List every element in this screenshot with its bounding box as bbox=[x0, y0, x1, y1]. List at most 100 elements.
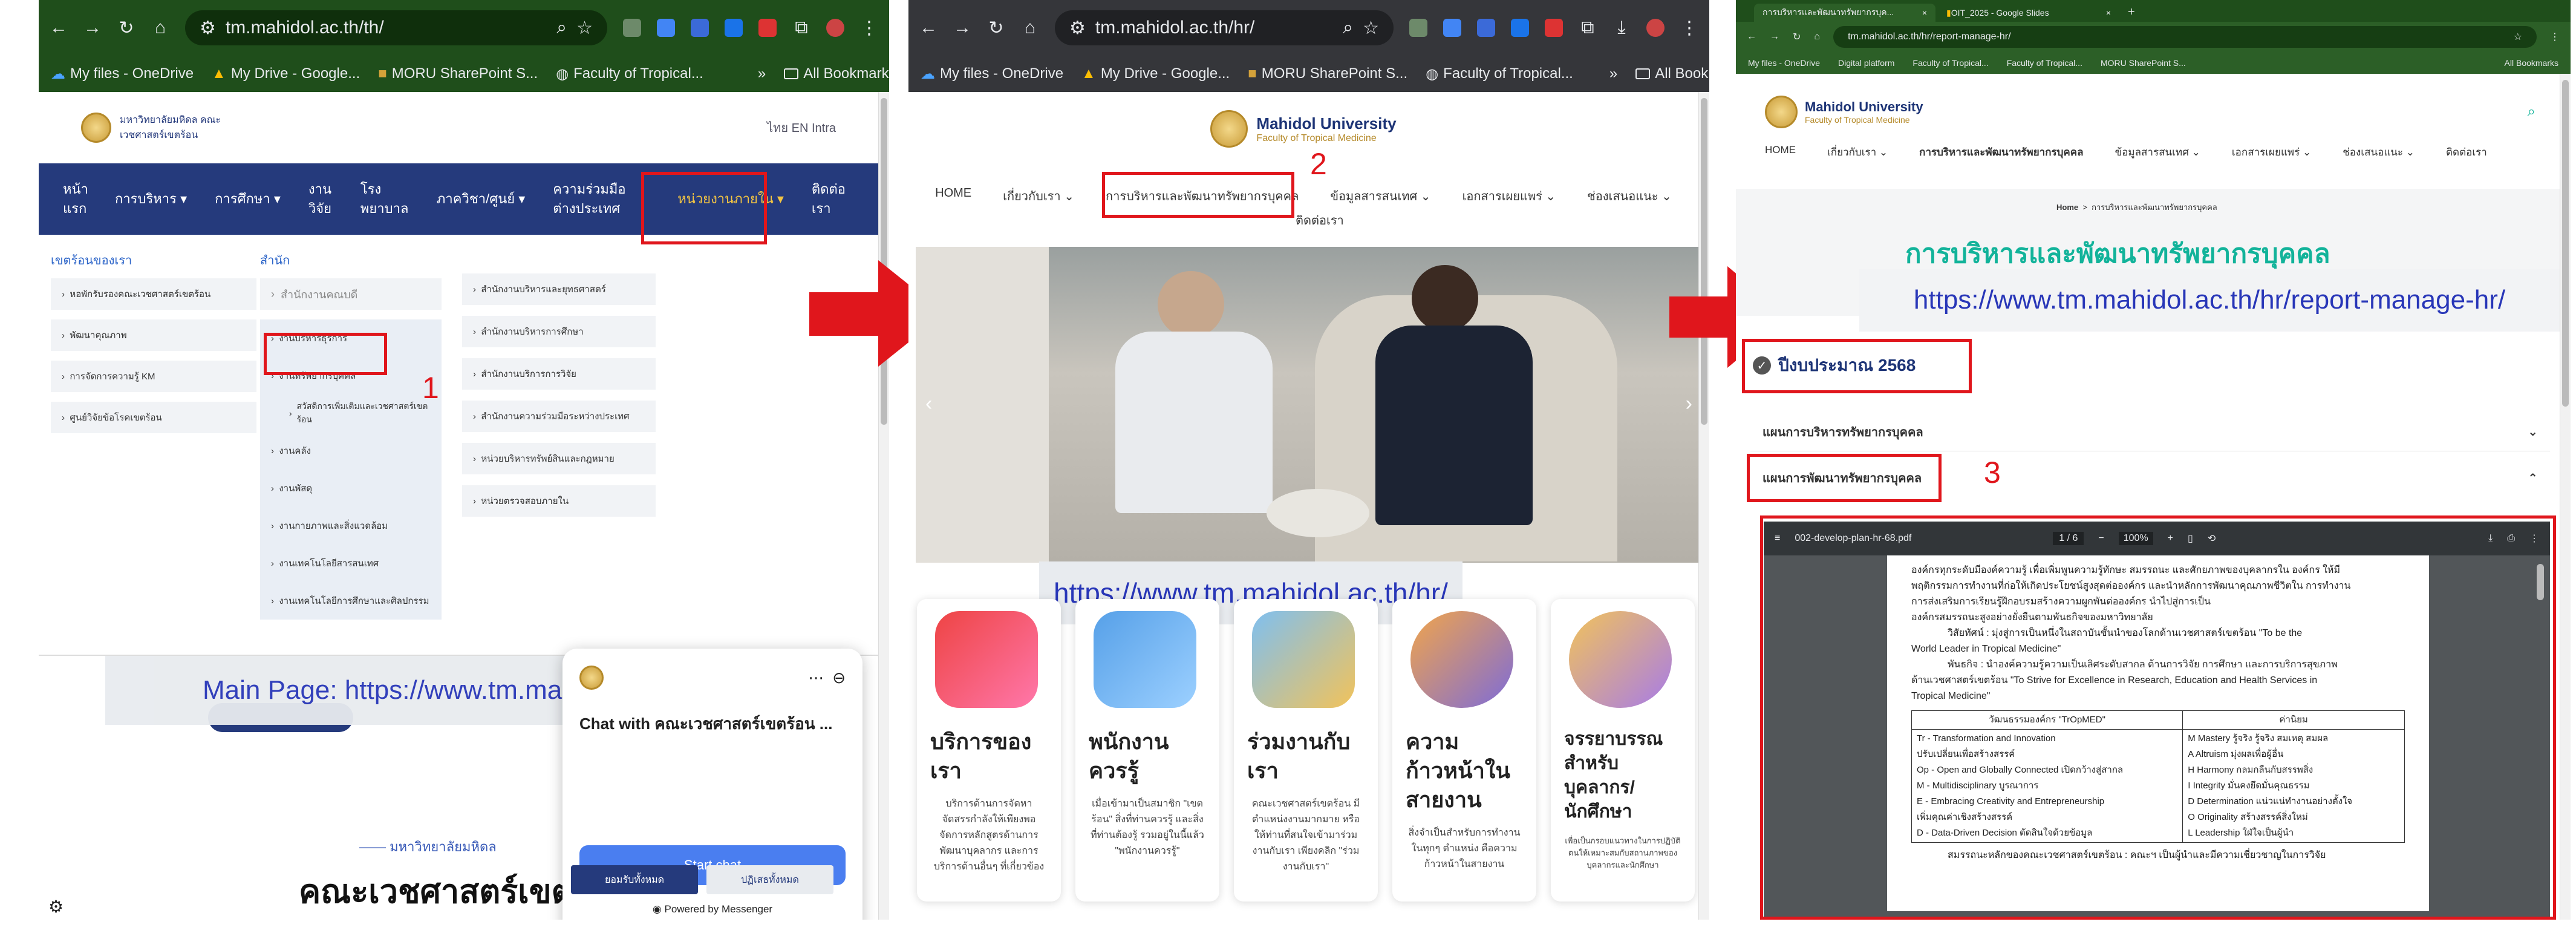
menu-item[interactable]: › สำนักงานบริหารและยุทธศาสตร์ bbox=[462, 273, 656, 305]
bookmark-item[interactable]: ▲ My Drive - Google... bbox=[212, 65, 360, 82]
bookmark-item[interactable]: ◍ Faculty of Tropical... bbox=[1426, 65, 1573, 83]
back-icon[interactable]: ← bbox=[50, 18, 68, 38]
tab-hr[interactable]: การบริหารและพัฒนาทรัพยากรบุค... × bbox=[1754, 4, 1935, 22]
menu-item[interactable]: › งานกายภาพและสิ่งแวดล้อม bbox=[271, 507, 431, 545]
breadcrumb-home[interactable]: Home bbox=[2056, 203, 2078, 212]
bookmark-item[interactable]: My files - OneDrive bbox=[1748, 58, 1820, 68]
tab-slides[interactable]: ▮ OIT_2025 - Google Slides × bbox=[1938, 4, 2119, 22]
extension-icon[interactable] bbox=[623, 19, 641, 37]
star-icon[interactable]: ☆ bbox=[576, 18, 593, 39]
menu-item[interactable]: › งานพัสดุ bbox=[271, 470, 431, 507]
nav-item[interactable]: หน้าแรก bbox=[63, 180, 88, 218]
star-icon[interactable]: ☆ bbox=[2514, 31, 2522, 43]
translate-icon[interactable] bbox=[1511, 19, 1529, 37]
bookmark-item[interactable]: ☁ My files - OneDrive bbox=[921, 65, 1063, 83]
service-card[interactable]: จรรยาบรรณสำหรับบุคลากร/นักศึกษา เพื่อเป็… bbox=[1551, 599, 1695, 902]
all-bookmarks[interactable]: All Bookmarks bbox=[784, 65, 889, 82]
site-logo[interactable]: Mahidol University Faculty of Tropical M… bbox=[908, 92, 1698, 148]
nav-item[interactable]: ติดต่อเรา bbox=[812, 180, 846, 218]
service-card[interactable]: พนักงานควรรู้ เมื่อเข้ามาเป็นสมาชิก "เขต… bbox=[1075, 599, 1219, 902]
address-bar[interactable]: ⚙ tm.mahidol.ac.th/hr/ ⌕ ☆ bbox=[1055, 10, 1394, 45]
nav-item[interactable]: โรงพยาบาล bbox=[360, 180, 409, 218]
accordion-hr-management-plan[interactable]: แผนการบริหารทรัพยากรบุคคล ⌄ bbox=[1750, 413, 2550, 451]
profile-avatar[interactable] bbox=[826, 19, 844, 37]
nav-item[interactable]: ช่องเสนอแนะ ⌄ bbox=[1587, 186, 1672, 206]
service-card[interactable]: ความก้าวหน้าในสายงาน สิ่งจำเป็นสำหรับการ… bbox=[1392, 599, 1536, 902]
menu-item[interactable]: › สำนักงานบริการการวิจัย bbox=[462, 358, 656, 390]
mahidol-logo[interactable] bbox=[1765, 96, 1798, 128]
nav-item[interactable]: HOME bbox=[935, 186, 971, 206]
reload-icon[interactable]: ↻ bbox=[987, 18, 1005, 39]
bookmark-item[interactable]: MORU SharePoint S... bbox=[2101, 58, 2186, 68]
menu-icon[interactable]: ⋮ bbox=[2550, 31, 2560, 43]
nav-item[interactable]: ความร่วมมือต่างประเทศ bbox=[553, 180, 637, 218]
menu-item[interactable]: › งานเทคโนโลยีสารสนเทศ bbox=[271, 545, 431, 582]
reload-icon[interactable]: ↻ bbox=[1793, 31, 1801, 43]
star-icon[interactable]: ☆ bbox=[1363, 18, 1379, 39]
menu-icon[interactable]: ⋮ bbox=[860, 18, 878, 39]
service-card[interactable]: บริการของเรา บริการด้านการจัดหา จัดสรรกำ… bbox=[917, 599, 1061, 902]
menu-item[interactable]: › สำนักงานบริหารการศึกษา bbox=[462, 316, 656, 347]
more-options-icon[interactable]: ⋯ bbox=[808, 669, 824, 687]
menu-item[interactable]: › ศูนย์วิจัยข้อโรคเขตร้อน bbox=[51, 402, 256, 433]
translate-icon[interactable] bbox=[725, 19, 743, 37]
service-card[interactable]: ร่วมงานกับเรา คณะเวชศาสตร์เขตร้อน มีตำแห… bbox=[1234, 599, 1378, 902]
search-icon[interactable]: ⌕ bbox=[556, 18, 567, 38]
menu-item[interactable]: › งานคลัง bbox=[271, 432, 431, 470]
nav-item[interactable]: ติดต่อเรา bbox=[2446, 144, 2487, 160]
site-info-icon[interactable]: ⚙ bbox=[1069, 18, 1086, 39]
extension-icon[interactable] bbox=[1477, 19, 1495, 37]
back-icon[interactable]: ← bbox=[1747, 31, 1756, 42]
extension-icon[interactable] bbox=[1443, 19, 1461, 37]
nav-item[interactable]: HOME bbox=[1765, 144, 1796, 160]
nav-item[interactable]: ช่องเสนอแนะ ⌄ bbox=[2343, 144, 2415, 160]
bookmark-item[interactable]: ■ MORU SharePoint S... bbox=[1248, 65, 1407, 82]
nav-item-hr-management[interactable]: การบริหารและพัฒนาทรัพยากรบุคคล bbox=[1919, 144, 2083, 160]
nav-item[interactable]: ข้อมูลสารสนเทศ ⌄ bbox=[1330, 186, 1430, 206]
nav-item[interactable]: งานวิจัย bbox=[308, 180, 333, 218]
scrollbar[interactable] bbox=[2560, 74, 2571, 920]
scrollbar[interactable] bbox=[878, 92, 889, 920]
menu-item[interactable]: › พัฒนาคุณภาพ bbox=[51, 319, 256, 351]
menu-item[interactable]: › หน่วยบริหารทรัพย์สินและกฎหมาย bbox=[462, 443, 656, 474]
bookmark-item[interactable]: ◍ Faculty of Tropical... bbox=[556, 65, 703, 83]
menu-item[interactable]: › สำนักงานความร่วมมือระหว่างประเทศ bbox=[462, 401, 656, 432]
nav-item[interactable]: การบริหาร ▾ bbox=[115, 189, 187, 209]
cookie-reject-button[interactable]: ปฏิเสธทั้งหมด bbox=[706, 865, 833, 894]
nav-item[interactable]: เอกสารเผยแพร่ ⌄ bbox=[1462, 186, 1556, 206]
close-icon[interactable]: × bbox=[1922, 8, 1927, 18]
home-icon[interactable]: ⌂ bbox=[151, 18, 169, 38]
more-bookmarks-icon[interactable]: » bbox=[758, 65, 766, 82]
search-icon[interactable]: ⌕ bbox=[1343, 18, 1353, 38]
download-icon[interactable]: ⤓ bbox=[1612, 18, 1631, 38]
record-icon[interactable] bbox=[758, 19, 777, 37]
extension-icon[interactable] bbox=[657, 19, 675, 37]
bookmark-item[interactable]: ☁ My files - OneDrive bbox=[51, 65, 194, 83]
nav-item[interactable]: ติดต่อเรา bbox=[1296, 211, 1344, 230]
all-bookmarks[interactable]: All Bookmarks bbox=[2505, 58, 2558, 68]
bookmark-item[interactable]: ■ MORU SharePoint S... bbox=[378, 65, 538, 82]
menu-icon[interactable]: ⋮ bbox=[1680, 18, 1698, 39]
bookmark-item[interactable]: Digital platform bbox=[1838, 58, 1894, 68]
search-icon[interactable]: ⌕ bbox=[2528, 103, 2535, 120]
address-bar[interactable]: ⚙ tm.mahidol.ac.th/th/ ⌕ ☆ bbox=[185, 10, 607, 45]
minimize-icon[interactable]: ⊖ bbox=[832, 669, 846, 687]
reload-icon[interactable]: ↻ bbox=[117, 18, 135, 39]
nav-item[interactable]: ข้อมูลสารสนเทศ ⌄ bbox=[2115, 144, 2200, 160]
carousel-next-icon[interactable]: › bbox=[1686, 392, 1692, 416]
extension-icon[interactable] bbox=[691, 19, 709, 37]
menu-item[interactable]: › สวัสดิการเพิ่มเติมและเวชศาสตร์เขตร้อน bbox=[271, 394, 431, 432]
site-info-icon[interactable]: ⚙ bbox=[200, 18, 216, 39]
cookie-accept-button[interactable]: ยอมรับทั้งหมด bbox=[571, 865, 698, 894]
forward-icon[interactable]: → bbox=[953, 18, 971, 38]
home-icon[interactable]: ⌂ bbox=[1021, 18, 1039, 38]
home-icon[interactable]: ⌂ bbox=[1814, 31, 1820, 42]
extensions-puzzle-icon[interactable]: ⧉ bbox=[792, 18, 810, 38]
menu-item[interactable]: › หอพักรับรองคณะเวชศาสตร์เขตร้อน bbox=[51, 278, 256, 310]
new-tab-icon[interactable]: + bbox=[2122, 5, 2141, 22]
bookmark-item[interactable]: Faculty of Tropical... bbox=[1912, 58, 1988, 68]
menu-item[interactable]: › งานเทคโนโลยีการศึกษาและศิลปกรรม bbox=[271, 582, 431, 620]
forward-icon[interactable]: → bbox=[83, 18, 102, 38]
carousel-prev-icon[interactable]: ‹ bbox=[925, 392, 932, 416]
profile-avatar[interactable] bbox=[1646, 19, 1665, 37]
